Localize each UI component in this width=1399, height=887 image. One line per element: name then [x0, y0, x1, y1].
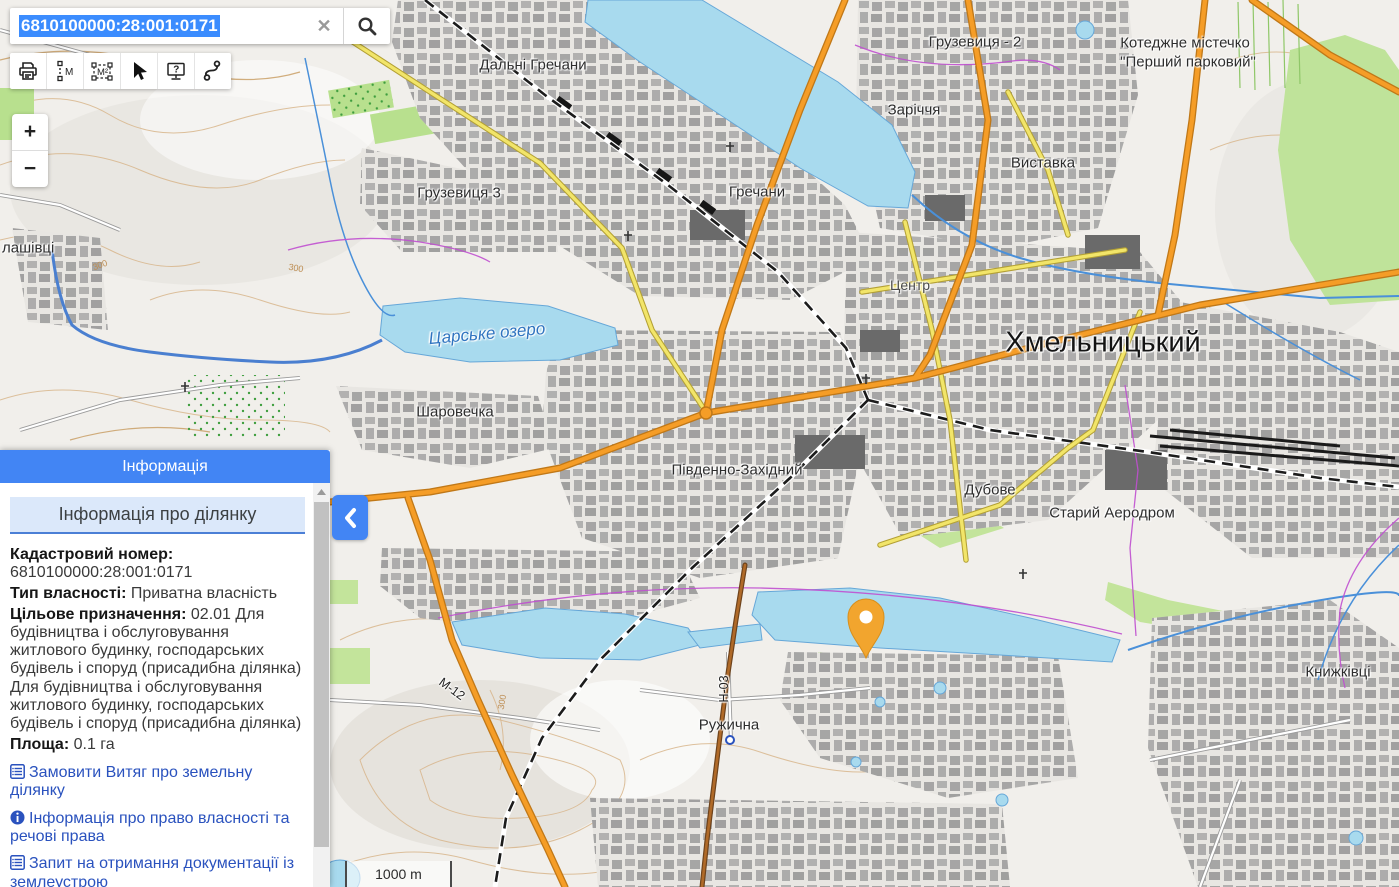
scale-bar-label: 1000 m — [375, 866, 422, 882]
zoom-out-button[interactable]: − — [12, 151, 48, 187]
area-value: 0.1 га — [74, 736, 115, 753]
area-label: Площа: — [10, 736, 69, 753]
zoom-controls: + − — [12, 114, 48, 187]
purpose-label: Цільове призначення: — [10, 606, 186, 623]
order-extract-link[interactable]: Замовити Витяг про земельну ділянку — [10, 764, 305, 801]
scrollbar-thumb[interactable] — [314, 502, 329, 847]
parcel-section-title: Інформація про ділянку — [10, 497, 305, 534]
search-icon — [356, 15, 378, 37]
info-panel-title: Інформація — [0, 450, 330, 483]
zoom-in-button[interactable]: + — [12, 114, 48, 151]
chevron-left-icon — [342, 507, 358, 529]
identify-monitor-icon: ? — [165, 60, 187, 82]
svg-text:M: M — [65, 67, 73, 78]
search-button[interactable] — [344, 8, 390, 44]
scrollbar-up-button[interactable] — [313, 483, 330, 500]
ownership-info-link[interactable]: Інформація про право власності та речові… — [10, 810, 305, 847]
order-extract-link-text: Замовити Витяг про земельну ділянку — [10, 764, 252, 799]
purpose-value: 02.01 Для будівництва і обслуговування ж… — [10, 606, 301, 731]
ownership-label: Тип власності: — [10, 585, 126, 602]
documentation-request-link[interactable]: Запит на отримання документації із земле… — [10, 855, 305, 887]
document-list-icon — [10, 764, 25, 779]
scroll-up-arrow-icon — [317, 489, 326, 495]
info-circle-icon — [10, 810, 25, 825]
location-marker-icon — [845, 598, 887, 665]
cadastral-number-value: 6810100000:28:001:0171 — [10, 564, 192, 581]
ownership-value: Приватна власність — [131, 585, 277, 602]
ownership-info-link-text: Інформація про право власності та речові… — [10, 810, 289, 845]
cadastral-number-label: Кадастровий номер: — [10, 546, 173, 563]
panel-scrollbar[interactable] — [313, 483, 330, 887]
measure-distance-button[interactable]: M — [46, 53, 83, 89]
search-input-value: 6810100000:28:001:0171 — [19, 15, 220, 37]
print-button[interactable] — [10, 53, 46, 89]
documentation-request-link-text: Запит на отримання документації із земле… — [10, 855, 294, 887]
svg-text:?: ? — [173, 65, 179, 76]
clear-search-button[interactable]: ✕ — [305, 8, 343, 44]
identify-tool-button[interactable]: ? — [157, 53, 194, 89]
measure-area-button[interactable]: M² — [83, 53, 120, 89]
scale-bar: 1000 m — [345, 861, 452, 887]
ownership-field: Тип власності: Приватна власність — [10, 585, 305, 603]
map-toolbar: M M² ? — [10, 53, 231, 89]
document-list-icon — [10, 855, 25, 870]
svg-text:M²: M² — [97, 67, 108, 78]
panel-collapse-button[interactable] — [332, 495, 368, 540]
route-icon — [201, 60, 225, 82]
cadastral-number-field: Кадастровий номер: 6810100000:28:001:017… — [10, 546, 305, 582]
measure-area-icon: M² — [90, 60, 114, 82]
search-input[interactable]: 6810100000:28:001:0171 — [10, 8, 305, 44]
printer-icon — [17, 60, 39, 82]
purpose-field: Цільове призначення: 02.01 Для будівницт… — [10, 606, 305, 733]
search-bar: 6810100000:28:001:0171 ✕ — [10, 8, 390, 44]
measure-distance-icon: M — [54, 60, 76, 82]
cadastral-map-app: Дальні Гречани Грузевиця 3 Гречани Грузе… — [0, 0, 1399, 887]
route-tool-button[interactable] — [194, 53, 231, 89]
cursor-icon — [128, 60, 150, 82]
area-field: Площа: 0.1 га — [10, 736, 305, 754]
info-panel-body: Інформація про ділянку Кадастровий номер… — [0, 483, 313, 887]
pointer-tool-button[interactable] — [120, 53, 157, 89]
panel-links: Замовити Витяг про земельну ділянку Інфо… — [10, 764, 305, 887]
info-panel: Інформація Інформація про ділянку Кадаст… — [0, 450, 330, 887]
